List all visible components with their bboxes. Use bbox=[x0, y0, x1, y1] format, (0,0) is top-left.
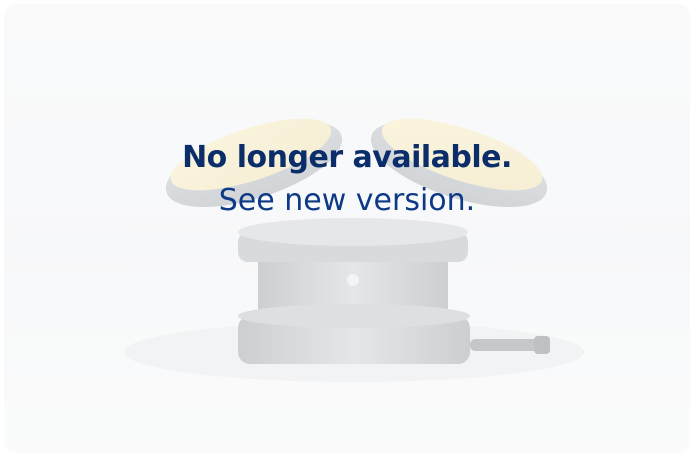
product-card[interactable]: No longer available. See new version. bbox=[4, 4, 690, 453]
new-version-link[interactable]: See new version. bbox=[4, 180, 690, 222]
unavailable-overlay bbox=[4, 4, 690, 453]
unavailable-headline: No longer available. bbox=[182, 140, 512, 175]
unavailable-message[interactable]: No longer available. See new version. bbox=[4, 136, 690, 222]
